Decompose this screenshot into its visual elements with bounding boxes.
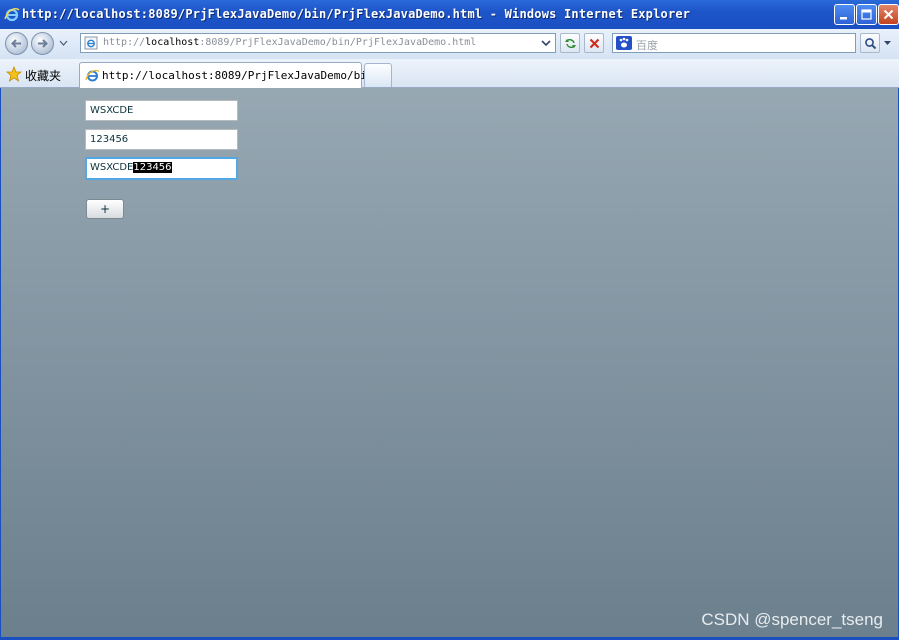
- address-url[interactable]: http://localhost:8089/PrjFlexJavaDemo/bi…: [103, 37, 476, 48]
- tab-current-page[interactable]: http://localhost:8089/PrjFlexJavaDemo/bi…: [79, 62, 393, 88]
- window-title: http://localhost:8089/PrjFlexJavaDemo/bi…: [22, 7, 691, 21]
- window-frame-left: [0, 88, 1, 640]
- watermark: CSDN @spencer_tseng: [701, 610, 883, 629]
- close-window-button[interactable]: [878, 4, 899, 25]
- url-host: localhost: [145, 37, 200, 48]
- tab-ie-icon: [85, 69, 100, 82]
- forward-button[interactable]: [31, 32, 54, 55]
- back-button[interactable]: [5, 32, 28, 55]
- url-rest: :8089/PrjFlexJavaDemo/bin/PrjFlexJavaDem…: [199, 37, 477, 48]
- favorites-label[interactable]: 收藏夹: [25, 67, 61, 84]
- second-value-input[interactable]: 123456: [85, 129, 238, 150]
- result-input[interactable]: WSXCDE123456: [85, 157, 238, 180]
- search-button[interactable]: [860, 33, 880, 53]
- url-prefix: http://: [103, 37, 146, 48]
- maximize-button[interactable]: [856, 4, 877, 25]
- add-button[interactable]: +: [86, 199, 124, 219]
- tab-label: http://localhost:8089/PrjFlexJavaDemo/bi…: [102, 69, 394, 82]
- title-bar[interactable]: http://localhost:8089/PrjFlexJavaDemo/bi…: [0, 0, 899, 29]
- stop-button[interactable]: [584, 33, 604, 53]
- refresh-button[interactable]: [560, 33, 580, 53]
- address-bar[interactable]: http://localhost:8089/PrjFlexJavaDemo/bi…: [80, 33, 556, 53]
- first-value-input[interactable]: WSXCDE: [85, 100, 238, 121]
- search-icon: [865, 38, 877, 50]
- maximize-icon: [861, 9, 872, 20]
- address-dropdown-icon[interactable]: [539, 36, 553, 50]
- navigation-bar: http://localhost:8089/PrjFlexJavaDemo/bi…: [0, 29, 899, 59]
- new-tab-button[interactable]: [364, 63, 392, 87]
- arrow-right-icon: [38, 39, 48, 48]
- result-text: WSXCDE: [90, 162, 134, 173]
- arrow-left-icon: [11, 39, 21, 48]
- favorites-star-icon[interactable]: [6, 66, 22, 82]
- search-box[interactable]: 百度: [612, 33, 856, 53]
- search-input[interactable]: 百度: [636, 37, 658, 53]
- search-options-dropdown-icon[interactable]: [883, 40, 892, 46]
- stop-icon: [589, 38, 600, 49]
- minimize-button[interactable]: [834, 4, 855, 25]
- refresh-icon: [565, 38, 576, 49]
- history-dropdown-icon[interactable]: [59, 40, 68, 46]
- close-icon: [883, 9, 894, 20]
- page-ie-icon: [84, 36, 98, 50]
- ie-logo-icon: [4, 8, 20, 22]
- result-selected-text: 123456: [133, 162, 172, 173]
- minimize-icon: [840, 17, 847, 20]
- baidu-paw-icon: [616, 36, 632, 50]
- tab-bar: 收藏夹 http://localhost:8089/PrjFlexJavaDem…: [0, 59, 899, 88]
